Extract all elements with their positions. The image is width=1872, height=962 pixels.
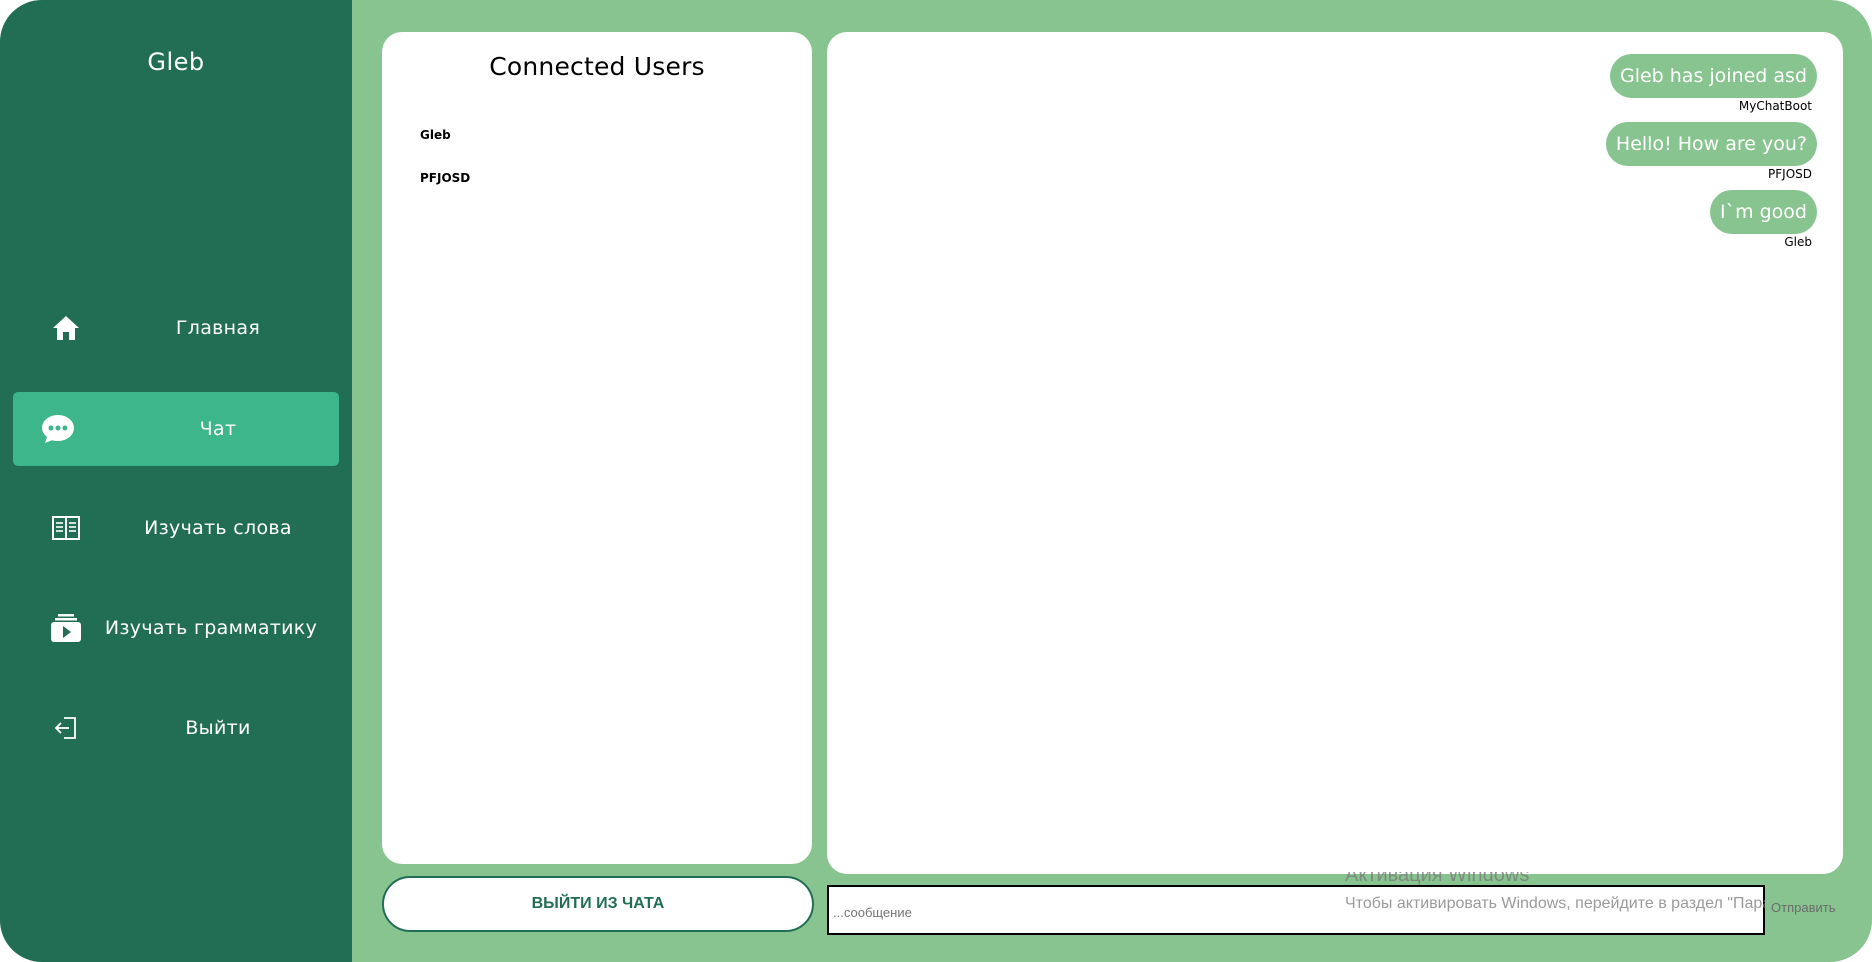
sidebar-username: Gleb <box>147 48 205 76</box>
video-library-icon <box>49 611 83 645</box>
message-bubble: Gleb has joined asd <box>1609 54 1817 98</box>
message-sender: PFJOSD <box>1768 167 1812 181</box>
app-window: Gleb Главная Чат Изучать слова Изучать г… <box>0 0 1872 962</box>
sidebar-item-words[interactable]: Изучать слова <box>13 491 339 565</box>
chat-message: Hello! How are you? PFJOSD <box>1605 122 1817 181</box>
message-sender: Gleb <box>1784 235 1812 249</box>
sidebar-item-label: Изучать слова <box>144 517 292 539</box>
windows-activation-text: Чтобы активировать Windows, перейдите в … <box>1345 895 1765 912</box>
leave-chat-button[interactable]: ВЫЙТИ ИЗ ЧАТА <box>382 876 814 932</box>
user-list-item: Gleb <box>420 128 451 142</box>
sidebar-item-label: Выйти <box>185 717 251 739</box>
home-icon <box>49 311 83 345</box>
message-bubble: I`m good <box>1709 190 1817 234</box>
sidebar-item-home[interactable]: Главная <box>13 291 339 365</box>
send-button[interactable]: Отправить <box>1771 900 1835 915</box>
user-list-item: PFJOSD <box>420 171 471 185</box>
chat-messages-panel: Gleb has joined asd MyChatBoot Hello! Ho… <box>827 32 1843 874</box>
message-sender: MyChatBoot <box>1738 99 1812 113</box>
sidebar-item-chat[interactable]: Чат <box>13 392 339 466</box>
sidebar-item-grammar[interactable]: Изучать грамматику <box>13 591 339 665</box>
chat-message: I`m good Gleb <box>1709 190 1817 249</box>
connected-users-title: Connected Users <box>489 52 705 81</box>
sidebar: Gleb Главная Чат Изучать слова Изучать г… <box>0 0 352 962</box>
chat-icon <box>41 412 75 446</box>
windows-activation-title: Активация Windows <box>1345 872 1765 886</box>
message-bubble: Hello! How are you? <box>1605 122 1817 166</box>
book-icon <box>49 511 83 545</box>
chat-message: Gleb has joined asd MyChatBoot <box>1609 54 1817 113</box>
logout-icon <box>49 711 83 745</box>
connected-users-panel: Connected Users Gleb PFJOSD <box>382 32 812 864</box>
sidebar-item-label: Изучать грамматику <box>104 617 318 639</box>
sidebar-item-logout[interactable]: Выйти <box>13 691 339 765</box>
sidebar-item-label: Главная <box>175 317 261 339</box>
windows-activation-title-text: Активация Windows <box>1345 872 1530 886</box>
sidebar-item-label: Чат <box>199 418 237 440</box>
